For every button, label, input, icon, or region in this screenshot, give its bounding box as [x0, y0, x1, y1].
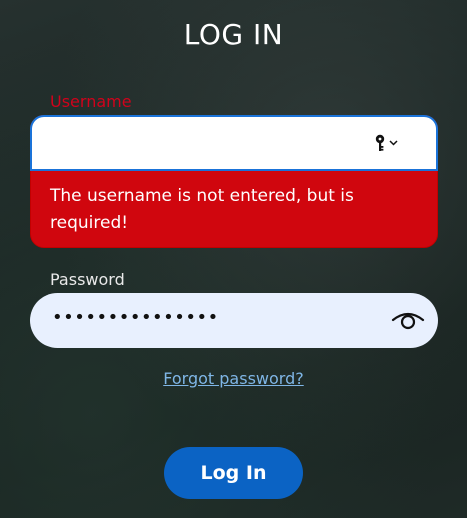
- password-masked-value: •••••••••••••••: [52, 307, 219, 328]
- login-button[interactable]: Log In: [164, 447, 303, 499]
- username-input[interactable]: [46, 129, 370, 157]
- chevron-down-icon: [389, 140, 398, 146]
- page-title: LOG IN: [183, 18, 284, 51]
- forgot-password-link[interactable]: Forgot password?: [0, 369, 467, 388]
- credential-dropdown-button[interactable]: [374, 133, 404, 153]
- username-field[interactable]: [30, 115, 438, 171]
- key-icon: [375, 134, 398, 151]
- password-field[interactable]: •••••••••••••••: [30, 293, 438, 348]
- show-password-button[interactable]: [390, 307, 426, 333]
- username-error-message: The username is not entered, but is requ…: [50, 186, 354, 233]
- eye-icon: [391, 312, 425, 330]
- password-label: Password: [50, 270, 125, 289]
- username-label: Username: [50, 92, 132, 111]
